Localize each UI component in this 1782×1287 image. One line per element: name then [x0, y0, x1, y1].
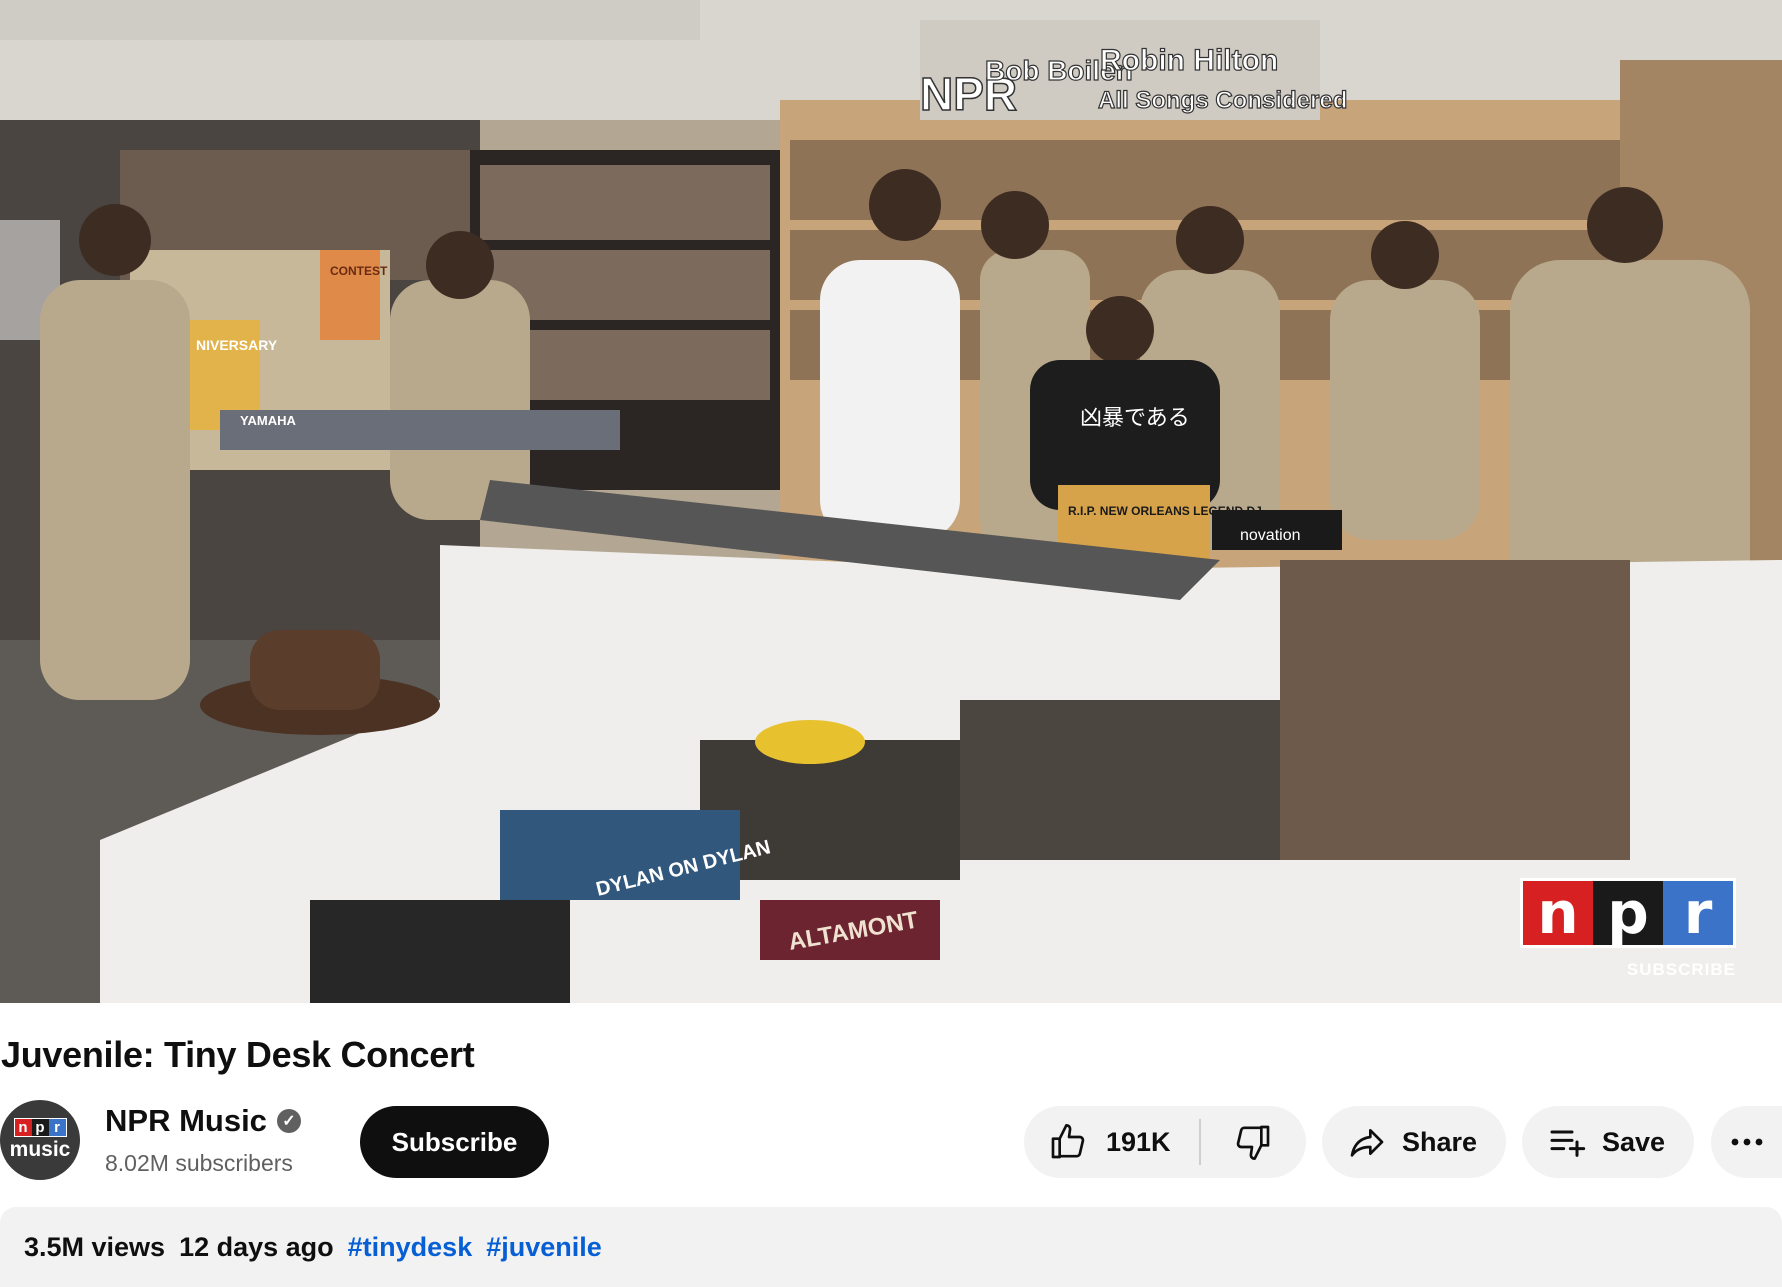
channel-name-row[interactable]: NPR Music ✓ [105, 1103, 301, 1139]
save-label: Save [1602, 1126, 1666, 1157]
video-player[interactable]: NPR Bob Boilen Robin Hilton All Songs Co… [0, 0, 1782, 1003]
overlay-subscribe-label[interactable]: SUBSCRIBE [1627, 960, 1736, 980]
channel-avatar[interactable]: n p r music [0, 1100, 80, 1180]
like-count: 191K [1106, 1126, 1171, 1157]
channel-name[interactable]: NPR Music [105, 1103, 267, 1139]
npr-logo-n: n [1523, 881, 1593, 945]
share-label: Share [1402, 1126, 1478, 1157]
description-meta-line: 3.5M views 12 days ago #tinydesk #juveni… [24, 1232, 602, 1263]
subscribe-button[interactable]: Subscribe [360, 1106, 549, 1178]
dislike-button[interactable] [1201, 1106, 1306, 1178]
playlist-add-icon [1546, 1122, 1588, 1162]
description-box[interactable]: 3.5M views 12 days ago #tinydesk #juveni… [0, 1207, 1782, 1287]
more-horizontal-icon [1729, 1136, 1765, 1148]
hashtag-link[interactable]: #juvenile [486, 1232, 602, 1263]
share-button[interactable]: Share [1322, 1106, 1506, 1178]
video-title: Juvenile: Tiny Desk Concert [1, 1034, 475, 1075]
avatar-npr-logo: n p r [13, 1118, 67, 1137]
like-dislike-group: 191K [1024, 1106, 1306, 1178]
like-button[interactable]: 191K [1024, 1106, 1171, 1178]
video-frame: NPR Bob Boilen Robin Hilton All Songs Co… [0, 0, 1782, 1003]
subscriber-count: 8.02M subscribers [105, 1150, 293, 1176]
wall-text-robin: Robin Hilton [1100, 44, 1278, 77]
avatar-text: music [9, 1138, 71, 1161]
view-count: 3.5M views [24, 1232, 166, 1262]
npr-watermark[interactable]: n p r SUBSCRIBE [1520, 878, 1736, 980]
npr-logo-p: p [1593, 881, 1663, 945]
controller-brand: novation [1240, 527, 1301, 544]
wall-text-allsongs: All Songs Considered [1098, 87, 1347, 114]
avatar-logo-n: n [14, 1119, 32, 1136]
npr-logo-r: r [1663, 881, 1733, 945]
hashtag-link[interactable]: #tinydesk [348, 1232, 473, 1263]
more-actions-button[interactable] [1711, 1106, 1782, 1178]
keyboard-brand: YAMAHA [240, 413, 296, 428]
upload-date: 12 days ago [179, 1232, 334, 1262]
poster-contest: CONTEST [330, 264, 388, 278]
avatar-logo-p: p [31, 1119, 49, 1136]
share-arrow-icon [1346, 1122, 1388, 1162]
poster-anniversary: NIVERSARY [196, 337, 278, 353]
dj-shirt-text: 凶暴である [1080, 406, 1190, 431]
save-button[interactable]: Save [1522, 1106, 1694, 1178]
avatar-logo-r: r [48, 1119, 66, 1136]
npr-overlay-logo: n p r [1520, 878, 1736, 948]
thumbs-down-icon [1233, 1122, 1273, 1162]
check-circle-icon: ✓ [276, 1109, 301, 1133]
thumbs-up-icon [1048, 1122, 1088, 1162]
